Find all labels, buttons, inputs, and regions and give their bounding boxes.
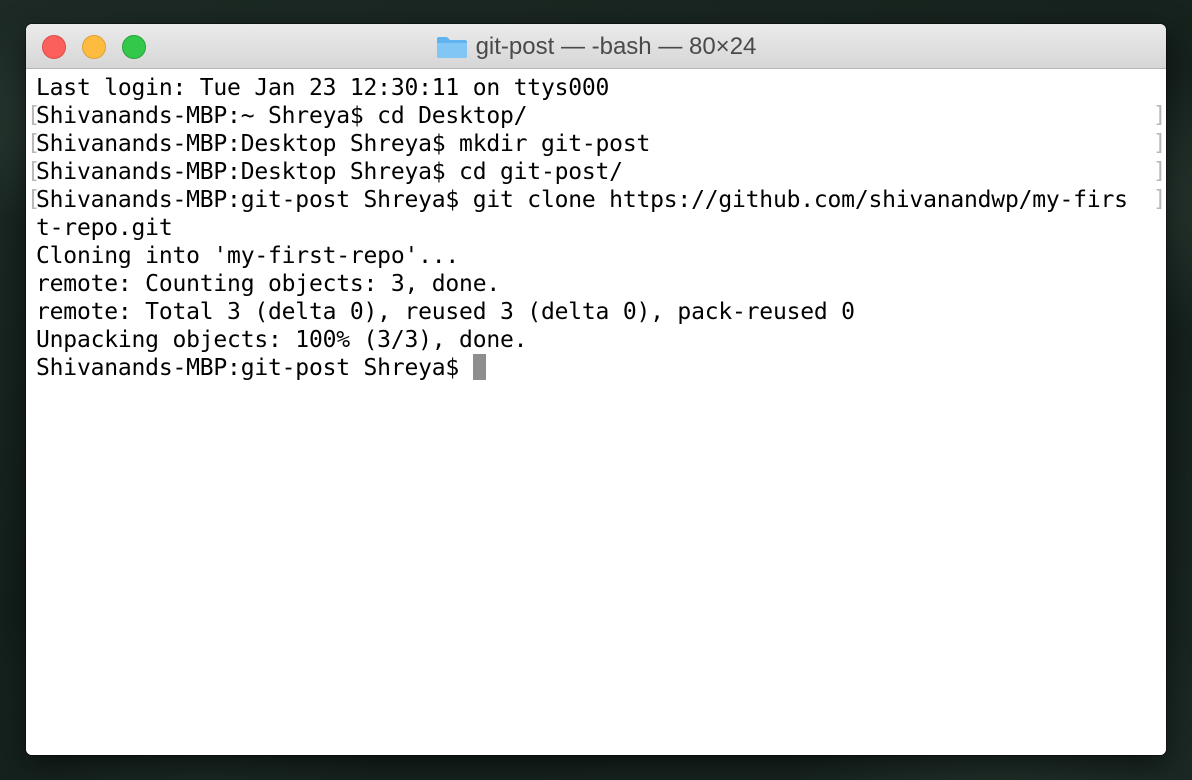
terminal-prompt-line: Shivanands-MBP:git-post Shreya$ [36,354,486,382]
prompt-text: Shivanands-MBP:git-post Shreya$ [36,355,473,381]
mark-bracket-right[interactable]: ] [1153,130,1166,158]
terminal-line: Shivanands-MBP:Desktop Shreya$ cd git-po… [36,159,623,185]
window-title-text: git-post — -bash — 80×24 [475,32,757,60]
title-bar[interactable]: git-post — -bash — 80×24 [26,24,1166,69]
terminal-line: remote: Total 3 (delta 0), reused 3 (del… [36,299,855,325]
terminal-content[interactable]: Last login: Tue Jan 23 12:30:11 on ttys0… [26,70,1166,755]
terminal-line: Shivanands-MBP:git-post Shreya$ git clon… [36,187,1128,213]
terminal-line: remote: Counting objects: 3, done. [36,271,501,297]
terminal-window: git-post — -bash — 80×24 Last login: Tue… [26,24,1166,755]
text-cursor [472,354,486,380]
window-title: git-post — -bash — 80×24 [26,24,1166,69]
mark-bracket-right[interactable]: ] [1153,186,1166,214]
terminal-line: Unpacking objects: 100% (3/3), done. [36,327,528,353]
terminal-line: Last login: Tue Jan 23 12:30:11 on ttys0… [36,75,610,101]
terminal-line: Cloning into 'my-first-repo'... [36,243,460,269]
mark-bracket-right[interactable]: ] [1153,102,1166,130]
folder-icon [436,35,468,59]
mark-bracket-right[interactable]: ] [1153,158,1166,186]
terminal-line: Shivanands-MBP:Desktop Shreya$ mkdir git… [36,131,651,157]
terminal-line: Shivanands-MBP:~ Shreya$ cd Desktop/ [36,103,528,129]
terminal-line: t-repo.git [36,215,173,241]
